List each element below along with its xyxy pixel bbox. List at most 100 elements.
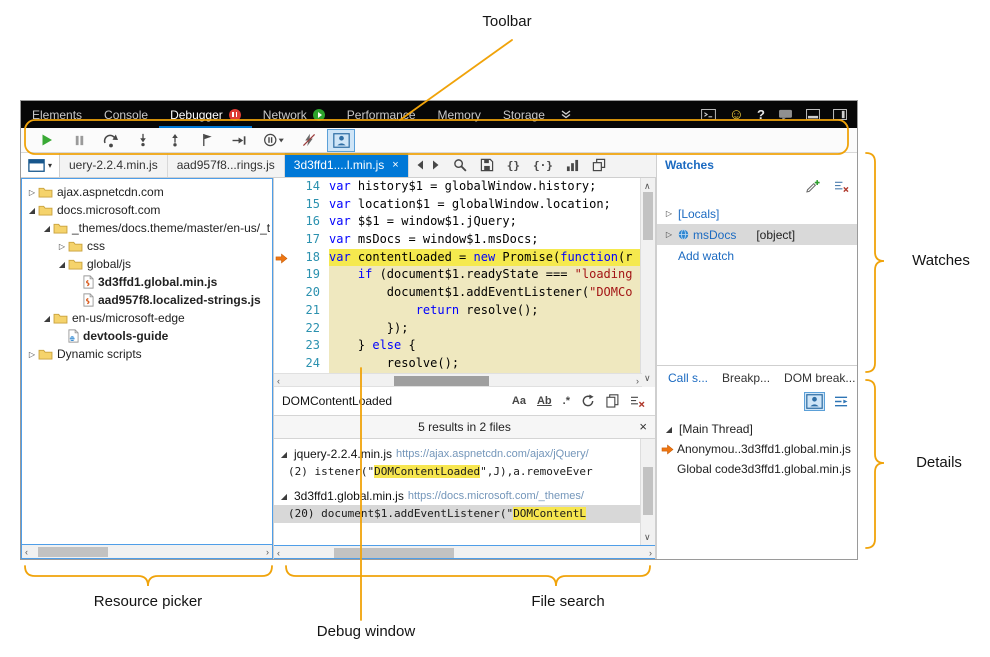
breakpoint-margin[interactable] <box>274 213 290 231</box>
step-out-icon[interactable] <box>162 130 188 151</box>
callstack-frame[interactable]: Global code3d3ffd1.global.min.js <box>657 459 857 479</box>
breakpoint-margin[interactable] <box>274 178 290 196</box>
tree-item[interactable]: ◢_themes/docs.theme/master/en-us/_t <box>22 219 272 237</box>
twisty-expanded-icon[interactable]: ◢ <box>56 260 68 269</box>
tree-item[interactable]: ◢global/js <box>22 255 272 273</box>
async-frames-icon[interactable] <box>834 393 849 410</box>
refresh-icon[interactable] <box>581 394 595 408</box>
scroll-down-icon[interactable]: ∨ <box>644 531 651 543</box>
scroll-left-icon[interactable]: ‹ <box>277 547 280 559</box>
save-icon[interactable] <box>480 158 494 172</box>
help-icon[interactable]: ? <box>757 108 765 121</box>
step-over-icon[interactable] <box>98 130 124 151</box>
smiley-icon[interactable]: ☺ <box>729 107 744 122</box>
copy-icon[interactable] <box>606 394 619 408</box>
tree-item[interactable]: ▷Dynamic scripts <box>22 345 272 363</box>
details-tab-dombreak[interactable]: DOM break... <box>777 371 857 385</box>
search-query-input[interactable] <box>282 394 437 408</box>
panel-tab-storage[interactable]: Storage <box>492 101 556 128</box>
code-horizontal-scrollbar[interactable]: ‹ › <box>274 373 642 387</box>
breakpoint-margin[interactable] <box>274 284 290 302</box>
tree-item[interactable]: ▷ajax.aspnetcdn.com <box>22 183 272 201</box>
whole-word-icon[interactable]: Ab <box>537 396 552 407</box>
scrollbar-thumb[interactable] <box>38 547 108 557</box>
just-my-code-icon[interactable] <box>805 393 824 410</box>
tree-item[interactable]: ▷css <box>22 237 272 255</box>
scroll-left-icon[interactable]: ‹ <box>25 546 28 558</box>
profiler-icon[interactable] <box>566 159 579 172</box>
step-into-icon[interactable] <box>130 130 156 151</box>
chevron-double-down-icon[interactable] <box>561 101 571 128</box>
disable-breakpoints-icon[interactable] <box>296 130 322 151</box>
result-group-header[interactable]: ◢3d3ffd1.global.min.jshttps://docs.micro… <box>274 487 640 505</box>
result-match[interactable]: (2) istener("DOMContentLoaded",J),a.remo… <box>274 463 640 481</box>
panel-tab-performance[interactable]: Performance <box>336 101 427 128</box>
tree-item[interactable]: devtools-guide <box>22 327 272 345</box>
result-group-header[interactable]: ◢jquery-2.2.4.min.jshttps://ajax.aspnetc… <box>274 445 640 463</box>
add-watch-link[interactable]: Add watch <box>657 245 857 266</box>
file-tab[interactable]: aad957f8...rings.js <box>168 153 285 177</box>
twisty-collapsed-icon[interactable]: ▷ <box>26 188 38 197</box>
close-icon[interactable]: × <box>639 419 647 434</box>
breakpoint-margin[interactable] <box>274 302 290 320</box>
just-my-code-icon[interactable] <box>328 130 354 151</box>
twisty-collapsed-icon[interactable]: ▷ <box>56 242 68 251</box>
scroll-right-icon[interactable]: › <box>649 547 652 559</box>
clear-icon[interactable] <box>630 395 645 408</box>
tree-item[interactable]: aad957f8.localized-strings.js <box>22 291 272 309</box>
scroll-down-icon[interactable]: ∨ <box>644 372 651 384</box>
twisty-expanded-icon[interactable]: ◢ <box>41 314 53 323</box>
continue-icon[interactable] <box>34 130 60 151</box>
breakpoint-margin[interactable] <box>274 196 290 214</box>
twisty-expanded-icon[interactable]: ◢ <box>41 224 53 233</box>
breakpoint-margin[interactable] <box>274 231 290 249</box>
breakpoint-margin[interactable] <box>274 337 290 355</box>
watch-item[interactable]: ▷msDocs[object] <box>657 224 857 245</box>
delete-watches-icon[interactable] <box>834 179 849 193</box>
find-in-files-icon[interactable] <box>453 158 467 172</box>
file-tab[interactable]: 3d3ffd1....l.min.js× <box>285 153 409 177</box>
scroll-up-icon[interactable]: ∧ <box>644 180 651 192</box>
break-on-new-worker-icon[interactable] <box>194 130 220 151</box>
breakpoint-margin[interactable] <box>274 266 290 284</box>
add-watch-icon[interactable] <box>806 179 820 193</box>
breakpoint-margin[interactable] <box>274 320 290 338</box>
details-tab-breakp[interactable]: Breakp... <box>715 371 777 385</box>
scroll-right-icon[interactable]: › <box>266 546 269 558</box>
tree-item[interactable]: ◢en-us/microsoft-edge <box>22 309 272 327</box>
scrollbar-thumb[interactable] <box>643 192 653 240</box>
feedback-icon[interactable] <box>778 109 793 121</box>
dock-bottom-icon[interactable] <box>806 109 820 120</box>
panel-tab-elements[interactable]: Elements <box>21 101 93 128</box>
scroll-left-icon[interactable]: ‹ <box>277 375 280 387</box>
code-editor[interactable]: 14var history$1 = globalWindow.history;1… <box>274 178 640 373</box>
twisty-collapsed-icon[interactable]: ▷ <box>664 209 674 218</box>
results-horizontal-scrollbar[interactable]: ‹ › <box>274 545 655 559</box>
dock-right-icon[interactable] <box>833 109 847 120</box>
scrollbar-thumb[interactable] <box>643 467 653 515</box>
file-tab[interactable]: uery-2.2.4.min.js <box>60 153 168 177</box>
callstack-thread[interactable]: ◢[Main Thread] <box>657 419 857 439</box>
panel-tab-network[interactable]: Network <box>252 101 336 128</box>
result-match[interactable]: (20) document$1.addEventListener("DOMCon… <box>274 505 640 523</box>
breakpoint-margin[interactable] <box>274 355 290 373</box>
twisty-collapsed-icon[interactable]: ▷ <box>26 350 38 359</box>
match-case-icon[interactable]: Aa <box>512 396 526 407</box>
twisty-expanded-icon[interactable]: ◢ <box>278 450 290 459</box>
twisty-expanded-icon[interactable]: ◢ <box>663 425 675 434</box>
exception-control-icon[interactable] <box>258 130 290 151</box>
continue-to-cursor-icon[interactable] <box>226 130 252 151</box>
forward-icon[interactable] <box>432 160 440 170</box>
break-icon[interactable] <box>66 130 92 151</box>
close-icon[interactable]: × <box>392 159 398 171</box>
tree-item[interactable]: ◢docs.microsoft.com <box>22 201 272 219</box>
results-vertical-scrollbar[interactable]: ∨ <box>640 439 655 545</box>
panel-tab-console[interactable]: Console <box>93 101 159 128</box>
panel-tab-memory[interactable]: Memory <box>427 101 492 128</box>
format-icon[interactable]: {·} <box>533 160 553 171</box>
scroll-right-icon[interactable]: › <box>636 375 639 387</box>
twisty-expanded-icon[interactable]: ◢ <box>26 206 38 215</box>
back-icon[interactable] <box>416 160 424 170</box>
open-console-icon[interactable] <box>701 109 716 120</box>
pretty-print-icon[interactable]: {} <box>507 160 520 171</box>
